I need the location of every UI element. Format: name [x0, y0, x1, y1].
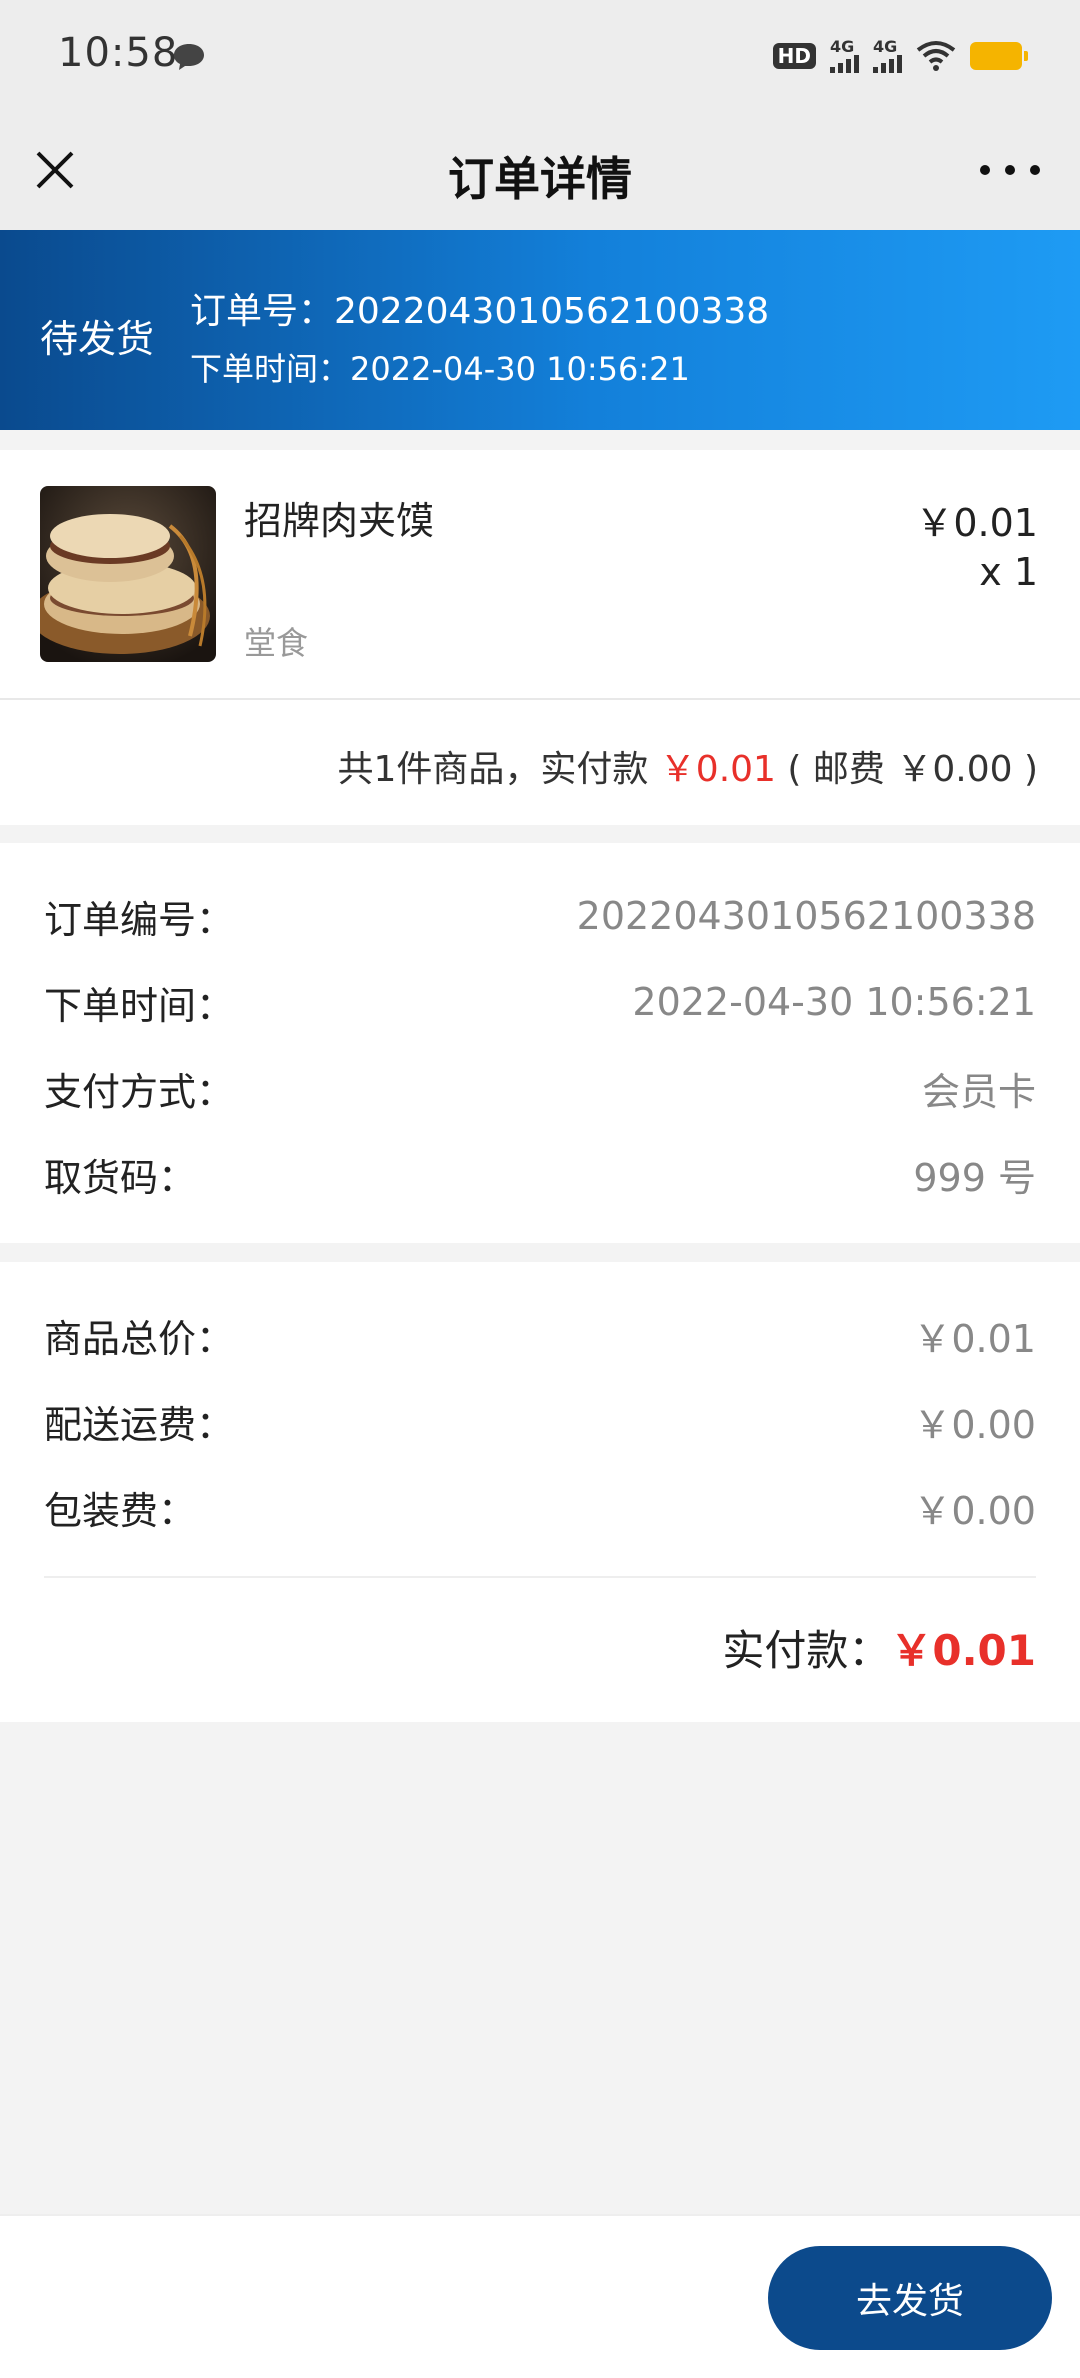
info-label: 订单编号：	[44, 897, 235, 942]
divider	[0, 698, 1080, 700]
info-label: 支付方式：	[44, 1069, 235, 1114]
product-tag: 堂食	[244, 624, 309, 662]
total-label: 实付款：	[722, 1626, 891, 1675]
signal-icon: 4G	[873, 39, 902, 73]
info-label: 下单时间：	[44, 983, 235, 1028]
info-value: 999 号	[913, 1155, 1036, 1200]
order-summary: 共1件商品，实付款 ￥0.01 ( 邮费 ￥0.00 )	[337, 740, 1038, 792]
ship-button[interactable]: 去发货	[768, 2246, 1052, 2350]
summary-suffix: ( 邮费 ￥0.00 )	[775, 749, 1038, 790]
info-value: 2022-04-30 10:56:21	[632, 980, 1036, 1024]
status-bar: 10:58 HD 4G 4G	[0, 0, 1080, 115]
signal-label: 4G	[873, 37, 898, 56]
signal-icon: 4G	[830, 39, 859, 73]
banner-order-number: 订单号：2022043010562100338	[190, 291, 770, 332]
info-value: 2022043010562100338	[576, 894, 1036, 938]
cost-row-delivery-fee: 配送运费： ￥0.00	[44, 1396, 1036, 1447]
wifi-icon	[916, 41, 956, 71]
banner-order-time: 下单时间：2022-04-30 10:56:21	[190, 350, 690, 388]
product-price: ￥0.01	[915, 501, 1038, 545]
cost-label: 配送运费：	[44, 1402, 235, 1447]
info-row-pickup-code: 取货码： 999 号	[44, 1149, 1036, 1200]
hd-icon: HD	[772, 43, 816, 69]
product-image[interactable]	[40, 486, 216, 662]
cost-value: ￥0.01	[913, 1316, 1036, 1361]
cost-card: 商品总价： ￥0.01 配送运费： ￥0.00 包装费： ￥0.00 实付款：￥…	[0, 1262, 1080, 1722]
info-row-order-time: 下单时间： 2022-04-30 10:56:21	[44, 977, 1036, 1028]
cost-label: 商品总价：	[44, 1316, 235, 1361]
signal-label: 4G	[830, 37, 855, 56]
total-value: ￥0.01	[890, 1626, 1036, 1675]
divider	[44, 1576, 1036, 1578]
bottom-action-bar: 去发货	[0, 2214, 1080, 2378]
page-title: 订单详情	[448, 152, 632, 206]
product-card: 招牌肉夹馍 堂食 ￥0.01 x 1 共1件商品，实付款 ￥0.01 ( 邮费 …	[0, 450, 1080, 825]
status-time: 10:58	[58, 30, 179, 76]
status-icons: HD 4G 4G	[772, 36, 1028, 76]
cost-row-goods-total: 商品总价： ￥0.01	[44, 1310, 1036, 1361]
cost-label: 包装费：	[44, 1488, 197, 1533]
info-value: 会员卡	[921, 1069, 1036, 1114]
order-status-banner: 待发货 订单号：2022043010562100338 下单时间：2022-04…	[0, 230, 1080, 430]
order-status: 待发货	[40, 317, 155, 361]
order-info-card: 订单编号： 2022043010562100338 下单时间： 2022-04-…	[0, 843, 1080, 1243]
product-name: 招牌肉夹馍	[244, 499, 435, 543]
info-row-order-number: 订单编号： 2022043010562100338	[44, 891, 1036, 942]
info-row-payment-method: 支付方式： 会员卡	[44, 1063, 1036, 1114]
more-icon[interactable]	[980, 150, 1040, 190]
cost-row-packaging-fee: 包装费： ￥0.00	[44, 1482, 1036, 1533]
product-quantity: x 1	[979, 550, 1038, 594]
battery-icon	[970, 42, 1028, 70]
summary-amount: ￥0.01	[659, 749, 776, 790]
message-icon	[174, 44, 204, 70]
nav-bar: 订单详情	[0, 115, 1080, 230]
summary-prefix: 共1件商品，实付款	[337, 749, 660, 790]
info-label: 取货码：	[44, 1155, 197, 1200]
cost-value: ￥0.00	[913, 1488, 1036, 1533]
cost-value: ￥0.00	[913, 1402, 1036, 1447]
total-paid: 实付款：￥0.01	[722, 1617, 1036, 1678]
